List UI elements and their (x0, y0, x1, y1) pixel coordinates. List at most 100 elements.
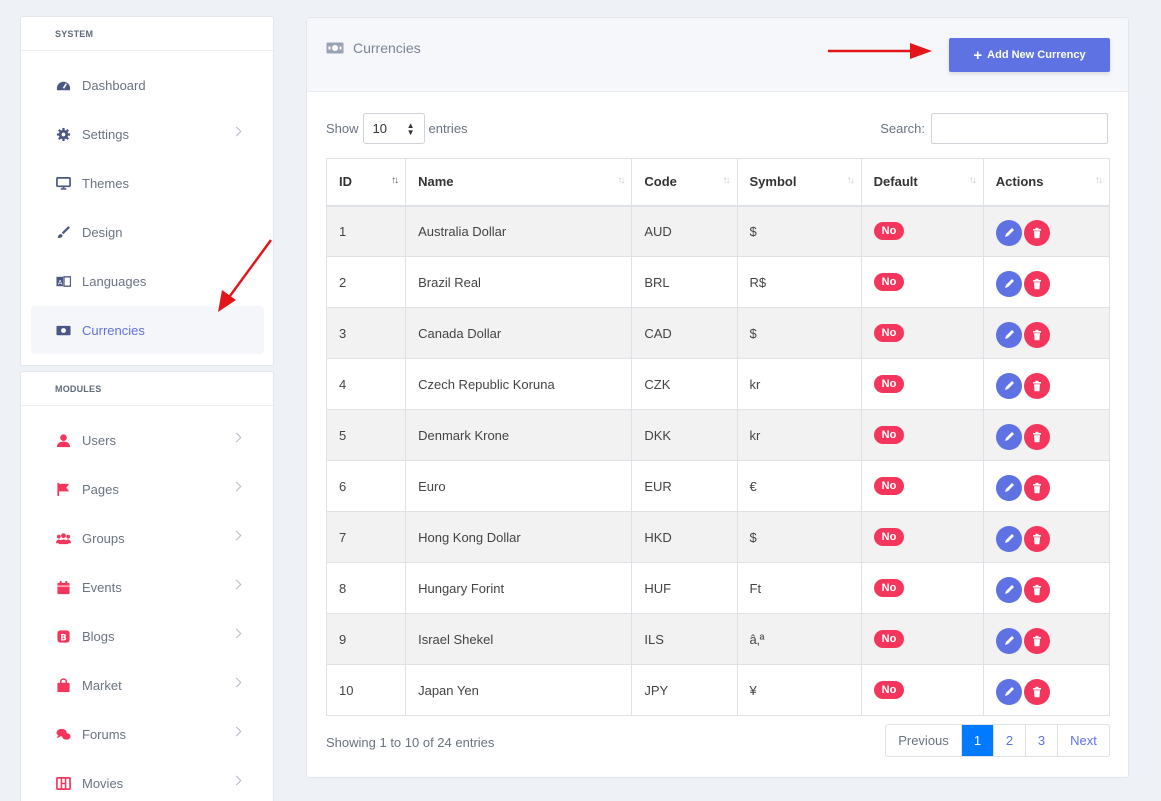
cell-id: 8 (325, 562, 407, 614)
pagination-page[interactable]: 1 (961, 725, 993, 756)
edit-button[interactable] (995, 220, 1022, 247)
default-status-badge: No (873, 324, 905, 342)
cell-actions (982, 511, 1111, 563)
cell-default: No (860, 358, 984, 410)
pencil-icon (1004, 381, 1014, 390)
delete-button[interactable] (1023, 322, 1050, 348)
pagination-previous[interactable]: Previous (886, 725, 961, 756)
trash-icon (1032, 482, 1041, 494)
delete-button[interactable] (1023, 475, 1050, 501)
sidebar-item-pages[interactable]: Pages (31, 465, 264, 513)
delete-button[interactable] (1023, 526, 1050, 552)
sidebar-item-label: Dashboard (82, 77, 146, 93)
cell-actions (982, 613, 1111, 665)
cell-id: 3 (325, 307, 407, 359)
pencil-icon (1004, 483, 1014, 492)
edit-button[interactable] (995, 322, 1022, 348)
sidebar-item-groups[interactable]: Groups (31, 514, 264, 562)
delete-button[interactable] (1023, 424, 1050, 450)
cell-default: No (860, 562, 984, 614)
cell-id: 6 (325, 460, 407, 512)
cell-actions (982, 358, 1111, 410)
column-header-name[interactable]: Name ↑↓ (405, 158, 633, 207)
sidebar-item-themes[interactable]: Themes (31, 159, 264, 207)
column-header-actions[interactable]: Actions ↑↓ (982, 158, 1111, 207)
edit-button[interactable] (995, 628, 1022, 654)
sidebar-item-movies[interactable]: Movies (31, 759, 264, 801)
default-status-badge: No (873, 375, 905, 393)
trash-icon (1032, 686, 1041, 698)
delete-button[interactable] (1023, 628, 1050, 654)
default-status-badge: No (873, 222, 905, 241)
default-status-badge: No (873, 528, 905, 546)
delete-button[interactable] (1023, 271, 1050, 297)
cell-symbol: $ (736, 205, 862, 257)
add-new-currency-label: Add New Currency (987, 49, 1086, 61)
pagination-page[interactable]: 3 (1025, 725, 1057, 756)
edit-button[interactable] (995, 475, 1022, 501)
edit-button[interactable] (995, 424, 1022, 450)
default-status-badge: No (873, 630, 905, 648)
trash-icon (1032, 584, 1041, 596)
delete-button[interactable] (1023, 373, 1050, 399)
column-header-id[interactable]: ID ↑↓ (325, 158, 407, 207)
pagination-page[interactable]: 2 (993, 725, 1025, 756)
comments-icon (55, 726, 71, 742)
sort-icon: ↑↓ (846, 175, 855, 186)
pencil-icon (1004, 687, 1014, 696)
sort-icon: ↑↓ (391, 175, 399, 186)
pagination-next[interactable]: Next (1057, 725, 1109, 756)
column-header-symbol[interactable]: Symbol ↑↓ (736, 158, 862, 207)
pencil-icon (1004, 279, 1014, 288)
sidebar-item-users[interactable]: Users (31, 416, 264, 464)
money-icon (326, 42, 344, 54)
pencil-icon (1004, 228, 1014, 238)
sidebar-item-settings[interactable]: Settings (31, 110, 264, 158)
column-header-default[interactable]: Default ↑↓ (860, 158, 984, 207)
language-icon: A (55, 273, 71, 289)
table-row: 3 Canada Dollar CAD $ No (325, 307, 1111, 359)
delete-button[interactable] (1023, 679, 1050, 705)
svg-text:B: B (60, 632, 66, 642)
cell-id: 9 (325, 613, 407, 665)
dashboard-icon (55, 77, 71, 93)
trash-icon (1032, 278, 1041, 290)
entries-select[interactable]: 10 ▲ ▼ (362, 113, 425, 144)
edit-button[interactable] (995, 679, 1022, 705)
chevron-right-icon (231, 530, 242, 541)
column-header-label: ID (339, 174, 352, 190)
edit-button[interactable] (995, 526, 1022, 552)
cell-code: HUF (631, 562, 738, 614)
edit-button[interactable] (995, 373, 1022, 399)
table-row: 5 Denmark Krone DKK kr No (325, 409, 1111, 461)
cell-name: Canada Dollar (405, 307, 633, 359)
cell-symbol: kr (736, 409, 862, 461)
cell-name: Australia Dollar (405, 205, 633, 257)
sidebar-item-events[interactable]: Events (31, 563, 264, 611)
sidebar-item-label: Design (82, 224, 123, 240)
table-row: 9 Israel Shekel ILS â‚ª No (325, 613, 1111, 665)
cell-symbol: â‚ª (736, 613, 862, 665)
sidebar-item-market[interactable]: Market (31, 661, 264, 709)
monitor-icon (55, 175, 71, 191)
search-input[interactable] (931, 113, 1108, 144)
sidebar-item-blogs[interactable]: B Blogs (31, 612, 264, 660)
table-row: 6 Euro EUR € No (325, 460, 1111, 512)
cell-default: No (860, 256, 984, 308)
edit-button[interactable] (995, 577, 1022, 603)
cell-symbol: ¥ (736, 664, 862, 716)
sidebar-item-dashboard[interactable]: Dashboard (31, 61, 264, 109)
film-icon (55, 775, 71, 791)
entries-select-value: 10 (372, 121, 387, 136)
entries-label: entries (428, 121, 468, 136)
delete-button[interactable] (1023, 577, 1050, 603)
sidebar-modules-card: MODULES Users Pages Groups Events B Blogs Mark… (20, 371, 274, 801)
sidebar-item-label: Market (82, 677, 122, 693)
edit-button[interactable] (995, 271, 1022, 297)
delete-button[interactable] (1023, 220, 1050, 247)
add-new-currency-button[interactable]: + Add New Currency (949, 38, 1110, 72)
sidebar-item-forums[interactable]: Forums (31, 710, 264, 758)
column-header-code[interactable]: Code ↑↓ (631, 158, 738, 207)
column-header-label: Name (418, 174, 454, 190)
cell-default: No (860, 307, 984, 359)
